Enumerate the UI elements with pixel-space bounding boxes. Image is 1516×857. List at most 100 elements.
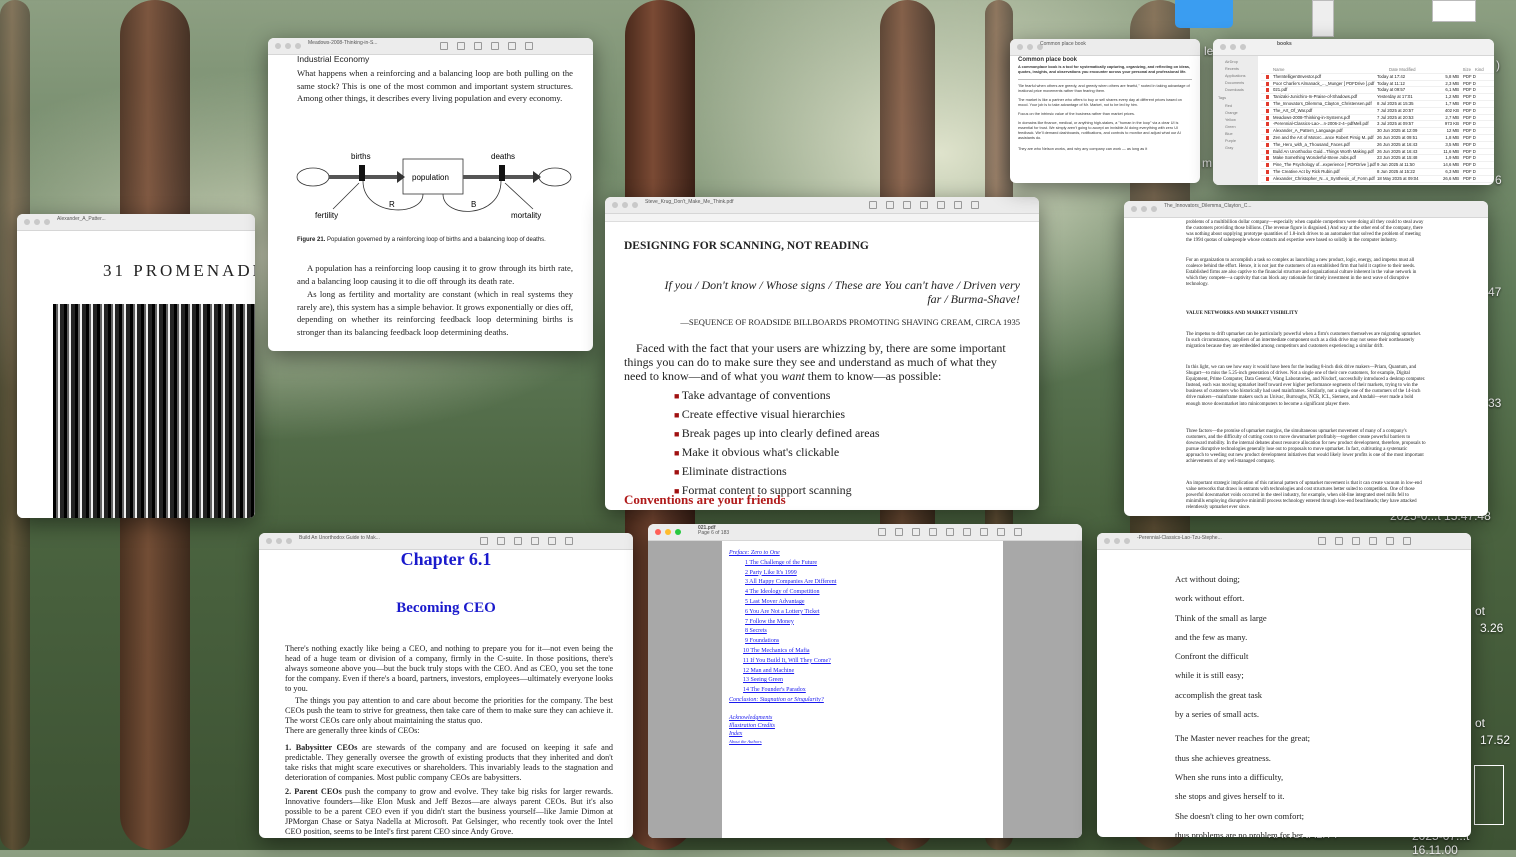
- divider: [1018, 79, 1192, 80]
- toolbar[interactable]: [878, 528, 1022, 536]
- toc-link[interactable]: 13 Seeing Green: [729, 676, 1003, 686]
- paragraph: The things you pay attention to and care…: [285, 696, 613, 725]
- file-cell: 23 Jun 2025 at 15:48: [1377, 155, 1418, 161]
- folder-icon[interactable]: [1175, 0, 1233, 28]
- window-build[interactable]: Build An Unorthodox Guide to Mak... Chap…: [259, 533, 633, 838]
- file-row[interactable]: The Creative Act by Rick Rubin.pdf 8 Jun …: [1261, 169, 1494, 176]
- title-bar[interactable]: Common place book: [1010, 39, 1200, 56]
- title-bar[interactable]: Alexander_A_Patter...: [17, 214, 255, 231]
- toc-link[interactable]: About the Authors: [729, 738, 1003, 746]
- title-bar[interactable]: Steve_Krug_Don't_Make_Me_Think.pdf: [605, 197, 1039, 214]
- file-name: The_Hero_with_a_Thousand_Faces.pdf: [1273, 141, 1350, 147]
- paragraph: There's nothing exactly like being a CEO…: [285, 644, 613, 693]
- window-tao-te-ching[interactable]: -Perennial-Classics-Lao-Tzu-Stephe... Ac…: [1097, 533, 1471, 837]
- page-margin-left: [648, 541, 722, 838]
- list-item: 1. Babysitter CEOs are stewards of the c…: [285, 743, 614, 782]
- toc-link[interactable]: 4 The Ideology of Competition: [729, 588, 1003, 598]
- title-bar[interactable]: Meadows-2008-Thinking-in-S...: [268, 38, 593, 55]
- file-row[interactable]: The_Art_Of_War.pdf 7 Jul 2025 at 20:57 402…: [1261, 108, 1494, 115]
- window-dont-make-me-think[interactable]: Steve_Krug_Don't_Make_Me_Think.pdf DESIG…: [605, 197, 1039, 510]
- toc-link[interactable]: 1 The Challenge of the Future: [729, 559, 1003, 569]
- file-cell: 8 Jul 2025 at 15:35: [1377, 100, 1414, 106]
- toc-link[interactable]: Acknowledgments: [729, 714, 1003, 722]
- note-text: In domains like finance, medical, or any…: [1018, 121, 1181, 140]
- toc-link[interactable]: 5 Last Mover Advantage: [729, 598, 1003, 608]
- paragraph: problems of a multibillion dollar compan…: [1186, 220, 1424, 244]
- window-zero-to-one[interactable]: 021.pdf Page 6 of 183 Preface: Zero to On…: [648, 524, 1082, 838]
- toc-link[interactable]: Preface: Zero to One: [729, 549, 1003, 559]
- window-title: Meadows-2008-Thinking-in-S...: [308, 40, 378, 46]
- sidebar-item[interactable]: Blue: [1213, 131, 1258, 138]
- sidebar-item[interactable]: Tags: [1213, 94, 1258, 103]
- file-row[interactable]: Tanizaki-Junichiro-In-Praise-of-Shadows.…: [1261, 94, 1494, 101]
- file-row[interactable]: The_Innovators_Dilemma_Clayton_Christens…: [1261, 101, 1494, 108]
- file-row[interactable]: Poor Charlie's Almanack_..._Munger [ PDF…: [1261, 81, 1494, 88]
- title-bar[interactable]: -Perennial-Classics-Lao-Tzu-Stephe...: [1097, 533, 1471, 550]
- column-header[interactable]: Name: [1261, 67, 1389, 73]
- toc-link[interactable]: Index: [729, 730, 1003, 738]
- column-header[interactable]: Size: [1443, 67, 1475, 73]
- toc-link[interactable]: 3 All Happy Companies Are Different: [729, 578, 1003, 588]
- window-alexander[interactable]: Alexander_A_Patter... 31 PROMENADE: [17, 214, 255, 518]
- toc-link[interactable]: 10 The Mechanics of Mafia: [729, 647, 1003, 657]
- sidebar-item[interactable]: Documents: [1213, 80, 1258, 87]
- sidebar-item[interactable]: Recents: [1213, 66, 1258, 73]
- title-bar[interactable]: Build An Unorthodox Guide to Mak...: [259, 533, 633, 550]
- sidebar-item[interactable]: AirDrop: [1213, 59, 1258, 66]
- window-common-place-book[interactable]: Common place book Common place book A co…: [1010, 39, 1200, 183]
- toc-link[interactable]: 12 Man and Machine: [729, 667, 1003, 677]
- sidebar-item[interactable]: Applications: [1213, 73, 1258, 80]
- window-innovators-dilemma[interactable]: The_Innovators_Dilemma_Clayton_C... prob…: [1124, 201, 1488, 516]
- search-bar[interactable]: [605, 214, 1039, 222]
- toc-link[interactable]: 6 You Are Not a Lottery Ticket: [729, 608, 1003, 618]
- sidebar-item[interactable]: Gray: [1213, 145, 1258, 152]
- file-row[interactable]: Pine_The Psychology of...experience [ PD…: [1261, 162, 1494, 169]
- sidebar-item[interactable]: Red: [1213, 103, 1258, 110]
- file-cell: 2,3 MB: [1445, 80, 1459, 86]
- toc-link[interactable]: Conclusion: Stagnation or Singularity?: [729, 696, 1003, 706]
- toc-link[interactable]: 9 Foundations: [729, 637, 1003, 647]
- file-cell: 3 Jul 2025 at 09:57: [1377, 121, 1414, 127]
- section-heading: VALUE NETWORKS AND MARKET VISIBILITY: [1186, 311, 1298, 316]
- file-row[interactable]: Meadows-2008-Thinking-in-Systems.pdf 7 Ju…: [1261, 115, 1494, 122]
- file-row[interactable]: -Perennial-Classics-Lao-...n-2006-2-4--p…: [1261, 121, 1494, 129]
- desktop-file-thumbnail[interactable]: [1474, 765, 1504, 825]
- title-bar[interactable]: 021.pdf Page 6 of 183: [648, 524, 1082, 541]
- sidebar-item[interactable]: Downloads: [1213, 87, 1258, 94]
- toc-link[interactable]: 7 Follow the Money: [729, 618, 1003, 628]
- file-row[interactable]: Zen and the Art of Motorc...ance Robert …: [1261, 135, 1494, 142]
- toc-link[interactable]: 14 The Founder's Paradox: [729, 686, 1003, 696]
- file-row[interactable]: 021.pdf Today at 09:57 6,1 MB PDF D: [1261, 87, 1494, 95]
- poem-line: thus problems are no problem for her.: [1175, 829, 1305, 837]
- sidebar-item[interactable]: Green: [1213, 124, 1258, 131]
- sidebar-item[interactable]: Orange: [1213, 110, 1258, 117]
- file-cell: 26 Jun 2025 at 09:51: [1377, 134, 1418, 140]
- column-header[interactable]: Date Modified: [1389, 67, 1443, 73]
- file-row[interactable]: Make Something Wonderful-Steve Jobs.pdf 2…: [1261, 155, 1494, 163]
- file-list: Name Date Modified Size Kind TheIntellig…: [1261, 67, 1494, 183]
- desktop-file-thumbnail[interactable]: [1312, 0, 1334, 37]
- toc-link[interactable]: Illustration Credits: [729, 722, 1003, 730]
- file-row[interactable]: Alexander_A_Pattern_Language.pdf 30 Jun 2…: [1261, 128, 1494, 135]
- window-finder-books[interactable]: books AirDrop Recents Applications Docum…: [1213, 39, 1494, 185]
- desktop-label: le: [1204, 44, 1214, 58]
- file-row[interactable]: Alexander_Christopher_N...s_Synthesis_of…: [1261, 176, 1494, 183]
- column-header[interactable]: Kind: [1475, 67, 1484, 73]
- note-heading: Common place book: [1018, 57, 1078, 63]
- desktop-file-thumbnail[interactable]: [1432, 0, 1476, 22]
- file-row[interactable]: The_Hero_with_a_Thousand_Faces.pdf 26 Jun…: [1261, 142, 1494, 149]
- toc-link[interactable]: 2 Party Like It's 1999: [729, 569, 1003, 579]
- file-row[interactable]: Build An Unorthodox Guid...Things Worth …: [1261, 149, 1494, 156]
- toc-link[interactable]: 8 Secrets: [729, 627, 1003, 637]
- toc-link[interactable]: 11 If You Build It, Will They Come?: [729, 657, 1003, 667]
- title-bar[interactable]: books: [1213, 39, 1494, 56]
- window-thinking-in-systems[interactable]: Meadows-2008-Thinking-in-S... Industrial…: [268, 38, 593, 351]
- file-cell: PDF D: [1463, 114, 1476, 120]
- file-cell: PDF D: [1463, 148, 1476, 154]
- sidebar-item[interactable]: Yellow: [1213, 117, 1258, 124]
- poem-line: Think of the small as large: [1175, 612, 1267, 623]
- title-bar[interactable]: The_Innovators_Dilemma_Clayton_C...: [1124, 201, 1488, 218]
- file-row[interactable]: TheIntelligentInvestor.pdf Today at 17:42…: [1261, 74, 1494, 81]
- file-cell: Today at 17:42: [1377, 73, 1406, 79]
- sidebar-item[interactable]: Purple: [1213, 138, 1258, 145]
